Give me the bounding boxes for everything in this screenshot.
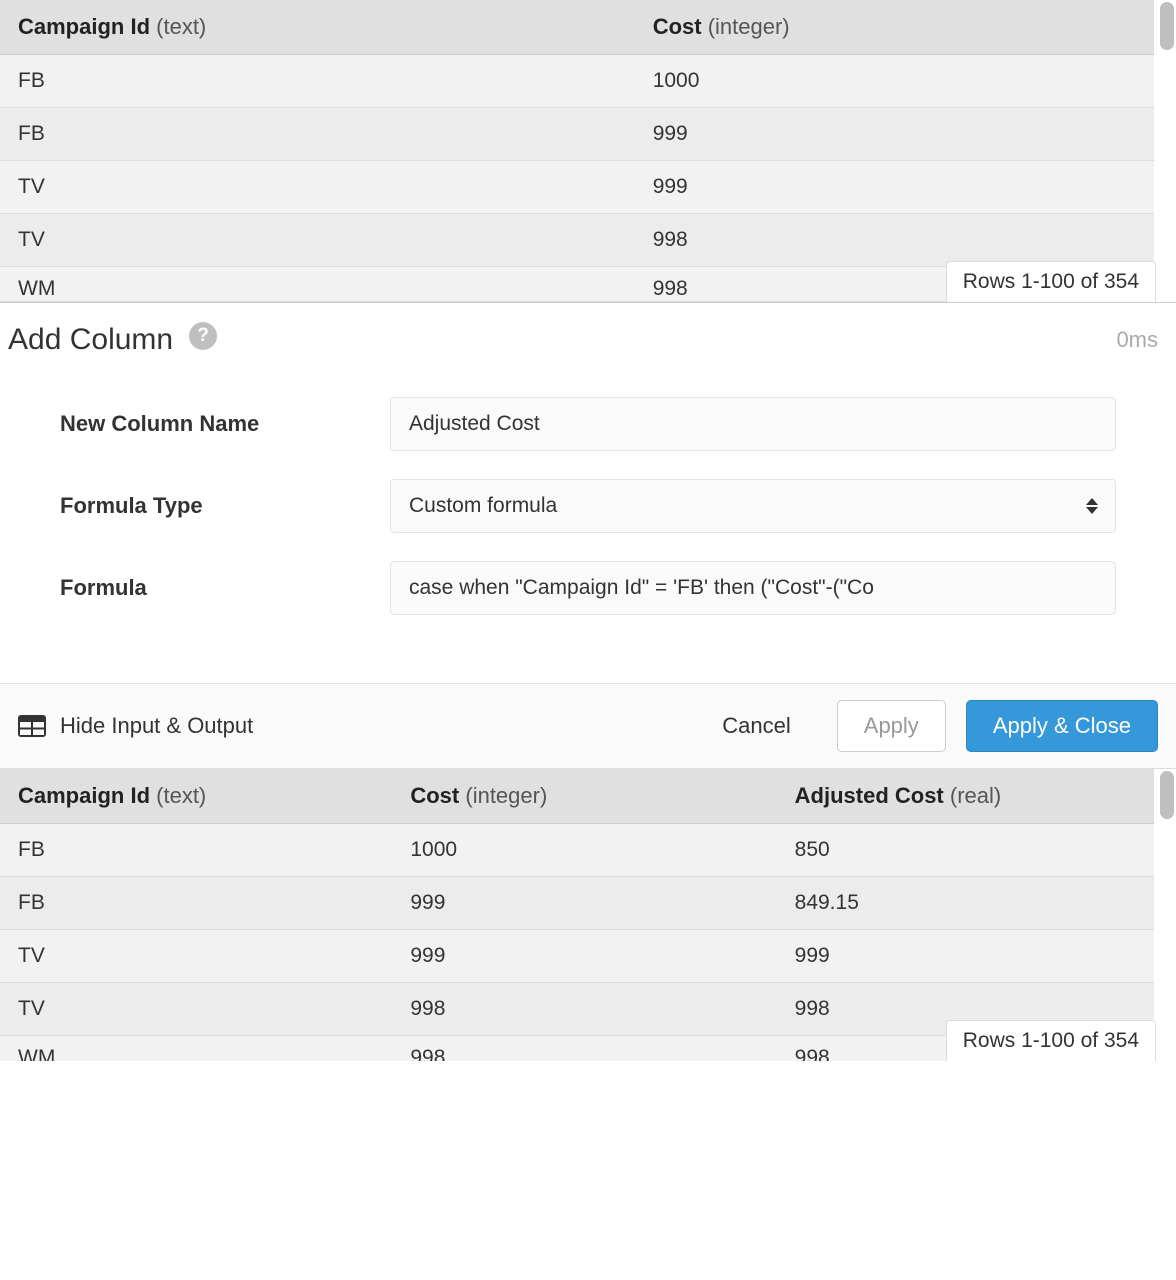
form-row-new-column-name: New Column Name	[60, 397, 1116, 451]
toggle-input-output[interactable]: Hide Input & Output	[18, 713, 253, 739]
table-row[interactable]: FB 999 849.15	[0, 877, 1154, 930]
column-type: (integer)	[465, 783, 547, 808]
form-row-formula: Formula	[60, 561, 1116, 615]
cell-cost: 998	[392, 983, 776, 1036]
panel-footer: Hide Input & Output Cancel Apply Apply &…	[0, 683, 1176, 768]
cell-cost: 999	[635, 108, 1154, 161]
cell-campaign-id: TV	[0, 161, 635, 214]
new-column-name-input[interactable]	[390, 397, 1116, 451]
panel-header: Add Column ? 0ms	[0, 303, 1176, 367]
column-name: Campaign Id	[18, 14, 150, 39]
column-header[interactable]: Cost (integer)	[392, 769, 776, 824]
label-formula: Formula	[60, 575, 390, 601]
table-row[interactable]: TV 999 999	[0, 930, 1154, 983]
column-header[interactable]: Adjusted Cost (real)	[777, 769, 1154, 824]
scrollbar-thumb[interactable]	[1160, 771, 1174, 819]
cell-campaign-id: FB	[0, 824, 392, 877]
table-row[interactable]: TV 998	[0, 214, 1154, 267]
input-table-section: Campaign Id (text) Cost (integer) FB 100…	[0, 0, 1176, 302]
table-row[interactable]: FB 1000	[0, 55, 1154, 108]
column-type: (text)	[156, 14, 206, 39]
add-column-panel: Add Column ? 0ms New Column Name Formula…	[0, 302, 1176, 769]
cell-cost: 999	[392, 930, 776, 983]
column-header[interactable]: Campaign Id (text)	[0, 769, 392, 824]
cancel-button[interactable]: Cancel	[696, 701, 816, 751]
form-row-formula-type: Formula Type Custom formula	[60, 479, 1116, 533]
rows-count-badge: Rows 1-100 of 354	[946, 1020, 1156, 1061]
cell-campaign-id: FB	[0, 55, 635, 108]
cell-campaign-id: TV	[0, 930, 392, 983]
column-type: (integer)	[708, 14, 790, 39]
cell-cost: 999	[392, 877, 776, 930]
label-formula-type: Formula Type	[60, 493, 390, 519]
cell-cost: 998	[392, 1036, 776, 1062]
formula-type-select[interactable]: Custom formula	[390, 479, 1116, 533]
cell-cost: 999	[635, 161, 1154, 214]
form-body: New Column Name Formula Type Custom form…	[0, 367, 1176, 683]
apply-button[interactable]: Apply	[837, 700, 946, 752]
column-name: Campaign Id	[18, 783, 150, 808]
table-row[interactable]: TV 999	[0, 161, 1154, 214]
column-name: Cost	[410, 783, 459, 808]
column-type: (text)	[156, 783, 206, 808]
output-data-table: Campaign Id (text) Cost (integer) Adjust…	[0, 769, 1154, 1061]
rows-count-badge: Rows 1-100 of 354	[946, 261, 1156, 302]
cell-campaign-id: WM	[0, 1036, 392, 1062]
column-name: Cost	[653, 14, 702, 39]
apply-close-button[interactable]: Apply & Close	[966, 700, 1158, 752]
column-name: Adjusted Cost	[795, 783, 944, 808]
label-new-column-name: New Column Name	[60, 411, 390, 437]
output-table-section: Campaign Id (text) Cost (integer) Adjust…	[0, 769, 1176, 1061]
cell-cost: 1000	[392, 824, 776, 877]
table-row[interactable]: FB 1000 850	[0, 824, 1154, 877]
column-header[interactable]: Cost (integer)	[635, 0, 1154, 55]
panel-title: Add Column	[8, 323, 173, 357]
timing-label: 0ms	[1116, 327, 1158, 353]
cell-campaign-id: TV	[0, 983, 392, 1036]
column-header[interactable]: Campaign Id (text)	[0, 0, 635, 55]
help-icon[interactable]: ?	[189, 322, 217, 350]
cell-campaign-id: WM	[0, 267, 635, 302]
cell-campaign-id: TV	[0, 214, 635, 267]
cell-campaign-id: FB	[0, 108, 635, 161]
cell-adjusted-cost: 850	[777, 824, 1154, 877]
cell-adjusted-cost: 999	[777, 930, 1154, 983]
cell-campaign-id: FB	[0, 877, 392, 930]
column-type: (real)	[950, 783, 1001, 808]
cell-cost: 1000	[635, 55, 1154, 108]
table-icon	[18, 715, 46, 737]
toggle-label: Hide Input & Output	[60, 713, 253, 739]
cell-adjusted-cost: 849.15	[777, 877, 1154, 930]
cell-cost: 998	[635, 214, 1154, 267]
table-row[interactable]: FB 999	[0, 108, 1154, 161]
input-data-table: Campaign Id (text) Cost (integer) FB 100…	[0, 0, 1154, 302]
scrollbar-thumb[interactable]	[1160, 2, 1174, 50]
formula-input[interactable]	[390, 561, 1116, 615]
